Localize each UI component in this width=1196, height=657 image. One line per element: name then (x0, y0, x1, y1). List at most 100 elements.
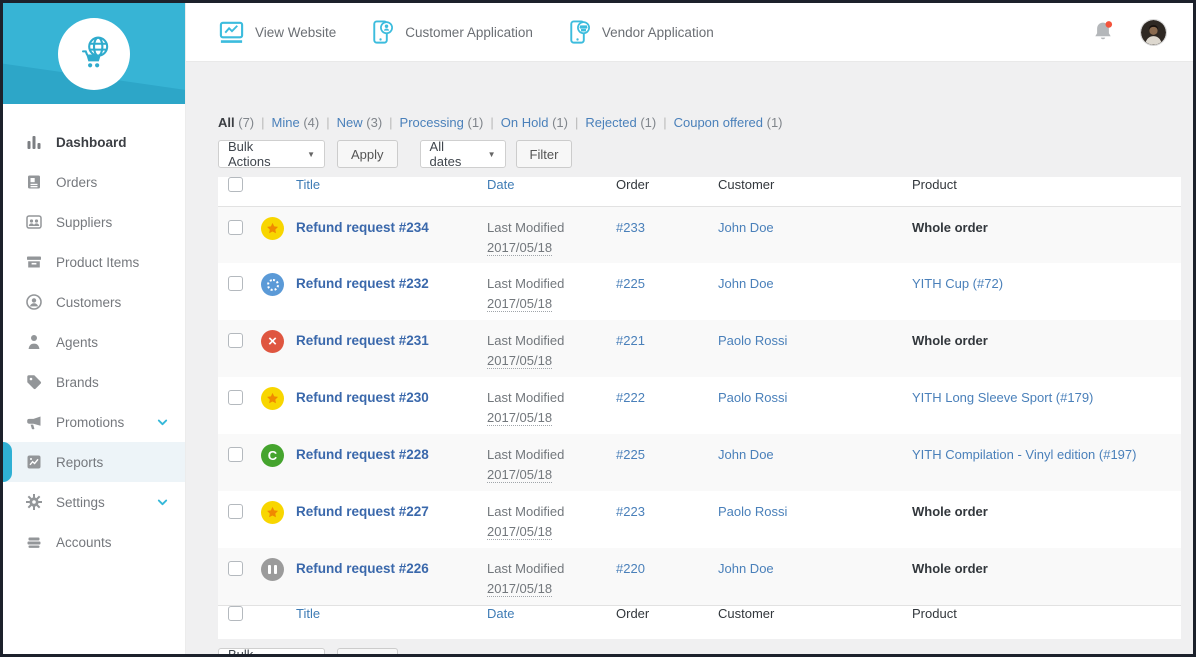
order-link[interactable]: #221 (616, 333, 645, 348)
filter-count: (1) (552, 115, 568, 130)
customer-link[interactable]: Paolo Rossi (718, 504, 787, 519)
filter-processing[interactable]: Processing (1) (400, 115, 484, 130)
topbar-link-customer-application[interactable]: Customer Application (368, 19, 533, 46)
order-link[interactable]: #233 (616, 220, 645, 235)
topbar-link-label: Customer Application (405, 24, 533, 40)
dates-filter-select[interactable]: All dates ▼ (419, 139, 506, 169)
product-link[interactable]: YITH Long Sleeve Sport (#179) (912, 390, 1093, 405)
row-checkbox[interactable] (228, 447, 243, 462)
table-footer: Title Date Order Customer Product (218, 604, 1181, 639)
column-header-product: Product (912, 177, 1181, 207)
date-label: Last Modified (487, 276, 565, 291)
topbar-link-view-website[interactable]: View Website (218, 19, 336, 46)
filter-all[interactable]: All (7) (218, 115, 254, 130)
chevron-down-icon[interactable] (156, 416, 169, 429)
product-link[interactable]: YITH Compilation - Vinyl edition (#197) (912, 447, 1136, 462)
customer-link[interactable]: John Doe (718, 561, 774, 576)
filter-count: (1) (766, 115, 783, 130)
filter-count: (1) (640, 115, 657, 130)
topbar-links: View Website Customer Application Vendor A… (218, 19, 746, 46)
sidebar-item-suppliers[interactable]: Suppliers (3, 202, 185, 242)
sidebar-item-customers[interactable]: Customers (3, 282, 185, 322)
bulk-actions-select[interactable]: Bulk Actions ▼ (218, 139, 325, 169)
order-link[interactable]: #220 (616, 561, 645, 576)
customer-link[interactable]: Paolo Rossi (718, 333, 787, 348)
filter-mine[interactable]: Mine (4) (272, 115, 320, 130)
table-row: Refund request #227 Last Modified 2017/05/… (218, 491, 1181, 548)
date-value: 2017/05/18 (487, 296, 553, 312)
select-all-checkbox[interactable] (228, 177, 243, 192)
refund-title-link[interactable]: Refund request #232 (296, 276, 429, 291)
column-header-title: Title (296, 604, 487, 639)
sidebar-item-orders[interactable]: Orders (3, 162, 185, 202)
sidebar-item-dashboard[interactable]: Dashboard (3, 122, 185, 162)
filter-on-hold[interactable]: On Hold (1) (501, 115, 568, 130)
sidebar-item-label: Product Items (56, 254, 140, 270)
product-text: Whole order (912, 561, 988, 576)
refund-title-link[interactable]: Refund request #226 (296, 561, 429, 576)
row-checkbox[interactable] (228, 219, 243, 235)
apply-button-bottom[interactable]: Apply (337, 648, 398, 654)
apply-button[interactable]: Apply (337, 140, 398, 168)
row-checkbox[interactable] (228, 333, 243, 348)
chevron-down-icon[interactable] (156, 496, 169, 509)
column-header-date: Date (487, 177, 616, 207)
table-row: Refund request #230 Last Modified 2017/05/… (218, 377, 1181, 434)
filter-separator: | (326, 115, 330, 130)
table-row: Refund request #226 Last Modified 2017/05/… (218, 548, 1181, 605)
customer-link[interactable]: John Doe (718, 220, 774, 235)
table-header: Title Date Order Customer Product (218, 177, 1181, 207)
sidebar-item-brands[interactable]: Brands (3, 362, 185, 402)
suppliers-icon (25, 213, 43, 231)
user-avatar[interactable] (1140, 18, 1167, 46)
coupon-c-icon: C (261, 444, 284, 467)
select-arrow-icon: ▼ (307, 149, 315, 159)
customer-link[interactable]: John Doe (718, 276, 774, 291)
sidebar-item-reports[interactable]: Reports (3, 442, 185, 482)
refund-title-link[interactable]: Refund request #228 (296, 447, 429, 462)
sidebar-item-label: Reports (56, 454, 104, 470)
date-label: Last Modified (487, 561, 565, 576)
date-label: Last Modified (487, 333, 565, 348)
reports-icon (25, 453, 43, 471)
table-row: Refund request #234 Last Modified 2017/05/… (218, 206, 1181, 263)
order-link[interactable]: #223 (616, 504, 645, 519)
sidebar-item-settings[interactable]: Settings (3, 482, 185, 522)
filter-new[interactable]: New (3) (337, 115, 383, 130)
customer-link[interactable]: John Doe (718, 447, 774, 462)
filter-coupon-offered[interactable]: Coupon offered (1) (674, 115, 783, 130)
bulk-actions-select-bottom[interactable]: Bulk Actions ▼ (218, 647, 325, 654)
order-link[interactable]: #222 (616, 390, 645, 405)
filter-count: (3) (366, 115, 383, 130)
dates-filter-value: All dates (429, 139, 462, 169)
order-link[interactable]: #225 (616, 447, 645, 462)
row-checkbox[interactable] (228, 276, 243, 291)
select-all-checkbox[interactable] (228, 605, 243, 621)
topbar-link-vendor-application[interactable]: Vendor Application (565, 19, 714, 46)
refund-title-link[interactable]: Refund request #234 (296, 220, 429, 235)
notifications-bell-icon[interactable] (1090, 19, 1116, 45)
app-logo[interactable] (3, 3, 185, 104)
row-checkbox[interactable] (228, 561, 243, 576)
refund-title-link[interactable]: Refund request #227 (296, 504, 429, 519)
processing-icon (261, 273, 284, 296)
order-link[interactable]: #225 (616, 276, 645, 291)
sidebar-item-agents[interactable]: Agents (3, 322, 185, 362)
sidebar-item-promotions[interactable]: Promotions (3, 402, 185, 442)
row-checkbox[interactable] (228, 390, 243, 405)
filter-button[interactable]: Filter (515, 140, 573, 168)
sidebar-menu: Dashboard Orders Suppliers Product Items Cus… (3, 104, 185, 562)
sidebar-item-accounts[interactable]: Accounts (3, 522, 185, 562)
refund-title-link[interactable]: Refund request #230 (296, 390, 429, 405)
agents-icon (25, 333, 43, 351)
customer-link[interactable]: Paolo Rossi (718, 390, 787, 405)
table-body: Refund request #234 Last Modified 2017/05/… (218, 206, 1181, 605)
product-link[interactable]: YITH Cup (#72) (912, 276, 1003, 291)
date-value: 2017/05/18 (487, 467, 553, 483)
filter-rejected[interactable]: Rejected (1) (585, 115, 656, 130)
dashboard-icon (25, 133, 43, 151)
sidebar-item-product-items[interactable]: Product Items (3, 242, 185, 282)
date-value: 2017/05/18 (487, 239, 553, 256)
row-checkbox[interactable] (228, 504, 243, 519)
refund-title-link[interactable]: Refund request #231 (296, 333, 429, 348)
